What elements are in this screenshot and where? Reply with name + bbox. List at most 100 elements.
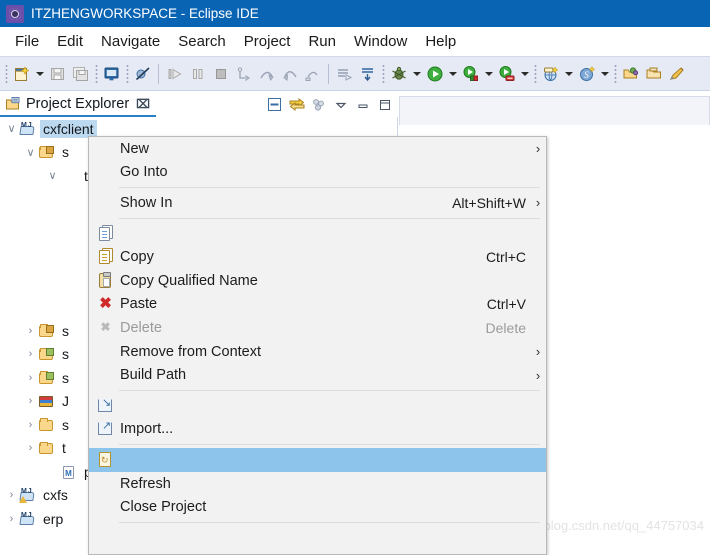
menu-separator <box>119 217 540 219</box>
twisty-icon[interactable]: › <box>4 513 19 525</box>
main-toolbar: S <box>0 56 710 91</box>
remove-from-context-icon: ✖ <box>100 319 111 334</box>
menu-item-go-into[interactable]: Go Into <box>89 161 546 185</box>
toolbar-grip[interactable] <box>94 63 98 84</box>
no-icon <box>94 528 118 548</box>
folder-icon <box>38 417 55 433</box>
run-server-dropdown-arrow[interactable] <box>482 62 495 85</box>
no-icon <box>94 365 118 385</box>
refresh-icon: ↻ <box>94 450 118 470</box>
new-spring-dropdown-arrow[interactable] <box>598 62 611 85</box>
run-icon[interactable] <box>423 62 446 85</box>
toolbar-grip[interactable] <box>4 63 8 84</box>
menu-item-label: Build Path <box>120 367 187 384</box>
no-icon <box>94 193 118 213</box>
step-into-icon <box>232 62 255 85</box>
run-server-icon[interactable] <box>459 62 482 85</box>
tree-item-label: erp <box>43 510 64 527</box>
twisty-icon[interactable]: ∨ <box>4 122 19 135</box>
menu-file[interactable]: File <box>6 31 48 52</box>
open-type-icon[interactable] <box>619 62 642 85</box>
menu-item-delete[interactable]: ✖ Paste Ctrl+V <box>89 293 546 317</box>
menu-item-refresh[interactable]: ↻ <box>89 448 546 472</box>
menu-run[interactable]: Run <box>299 31 345 52</box>
link-with-editor-icon[interactable] <box>287 95 306 114</box>
toolbar-grip[interactable] <box>533 63 537 84</box>
twisty-icon[interactable]: › <box>23 395 38 407</box>
skip-breakpoints-icon[interactable] <box>131 62 154 85</box>
menu-search[interactable]: Search <box>169 31 235 52</box>
tree-item-label: t <box>62 440 66 457</box>
run-dropdown-arrow[interactable] <box>446 62 459 85</box>
no-icon <box>94 342 118 362</box>
pencil-icon[interactable] <box>665 62 688 85</box>
maven-java-project-warning-icon: M J <box>19 487 36 504</box>
new-wizard-dropdown-arrow[interactable] <box>33 62 46 85</box>
twisty-icon[interactable]: › <box>23 325 38 337</box>
menu-item-refactor[interactable]: Build Path › <box>89 363 546 387</box>
pom-xml-icon: M <box>60 464 77 480</box>
menu-item-close-project[interactable]: Refresh <box>89 472 546 496</box>
menu-item-show-in-remote-systems-view[interactable] <box>89 526 546 550</box>
new-spring-icon[interactable]: S <box>575 62 598 85</box>
tree-item-label: s <box>62 144 69 161</box>
toolbar-separator <box>328 63 329 84</box>
collapse-all-icon[interactable] <box>265 95 284 114</box>
maximize-icon[interactable] <box>375 95 394 114</box>
menu-item-show-in[interactable]: Show In Alt+Shift+W › <box>89 191 546 215</box>
export-icon: ↗ <box>94 419 118 439</box>
twisty-icon[interactable]: ∨ <box>45 169 60 182</box>
project-explorer-tabrow: Project Explorer ⌧ <box>0 92 398 117</box>
previous-annotation-icon[interactable] <box>356 62 379 85</box>
twisty-icon[interactable]: › <box>23 372 38 384</box>
twisty-icon[interactable]: › <box>4 489 19 501</box>
context-menu: New › Go Into Show In Alt+Shift+W › Copy… <box>88 136 547 555</box>
twisty-icon[interactable]: › <box>23 419 38 431</box>
tree-item-label: s <box>62 416 69 433</box>
menu-item-paste[interactable]: Copy Qualified Name <box>89 269 546 293</box>
menu-item-new[interactable]: New › <box>89 137 546 161</box>
maven-java-project-icon: M J <box>19 121 36 137</box>
window-titlebar: ITZHENGWORKSPACE - Eclipse IDE <box>0 0 710 27</box>
menu-item-label: Copy <box>120 249 154 266</box>
close-icon[interactable]: ⌧ <box>136 97 150 111</box>
twisty-icon[interactable]: › <box>23 348 38 360</box>
minimize-icon[interactable] <box>353 95 372 114</box>
menu-project[interactable]: Project <box>235 31 300 52</box>
new-java-project-dropdown-arrow[interactable] <box>562 62 575 85</box>
coverage-dropdown-arrow[interactable] <box>518 62 531 85</box>
menu-item-close-unrelated-projects[interactable]: Close Project <box>89 495 546 519</box>
open-task-icon[interactable] <box>642 62 665 85</box>
paste-icon <box>94 271 118 291</box>
coverage-icon[interactable] <box>495 62 518 85</box>
new-java-project-icon[interactable] <box>539 62 562 85</box>
console-icon[interactable] <box>100 62 123 85</box>
menu-help[interactable]: Help <box>416 31 465 52</box>
tab-project-explorer[interactable]: Project Explorer ⌧ <box>0 92 156 117</box>
new-wizard-icon[interactable] <box>10 62 33 85</box>
toolbar-grip[interactable] <box>613 63 617 84</box>
debug-icon[interactable] <box>387 62 410 85</box>
menu-window[interactable]: Window <box>345 31 416 52</box>
menu-item-import[interactable]: ↘ <box>89 394 546 418</box>
menu-navigate[interactable]: Navigate <box>92 31 169 52</box>
twisty-icon[interactable]: › <box>23 442 38 454</box>
menu-item-copy[interactable] <box>89 222 546 246</box>
menu-item-copy-qualified-name[interactable]: Copy Ctrl+C <box>89 245 546 269</box>
menu-item-coverage-as[interactable]: Show in Remote Systems view › <box>89 550 546 554</box>
menu-separator <box>119 521 540 523</box>
menu-separator <box>119 444 540 446</box>
menu-edit[interactable]: Edit <box>48 31 92 52</box>
tree-item-label: s <box>62 369 69 386</box>
focus-on-active-task-icon[interactable] <box>309 95 328 114</box>
twisty-icon[interactable]: ∨ <box>23 146 38 159</box>
debug-dropdown-arrow[interactable] <box>410 62 423 85</box>
menu-item-label: Close Project <box>120 499 207 516</box>
menu-item-build-path[interactable]: Remove from Context › <box>89 340 546 364</box>
toolbar-grip[interactable] <box>381 63 385 84</box>
menu-item-accelerator: Alt+Shift+W <box>452 194 526 211</box>
view-menu-icon[interactable] <box>331 95 350 114</box>
submenu-arrow-icon: › <box>535 367 541 383</box>
menu-item-export[interactable]: ↗ Import... <box>89 418 546 442</box>
toolbar-grip[interactable] <box>125 63 129 84</box>
